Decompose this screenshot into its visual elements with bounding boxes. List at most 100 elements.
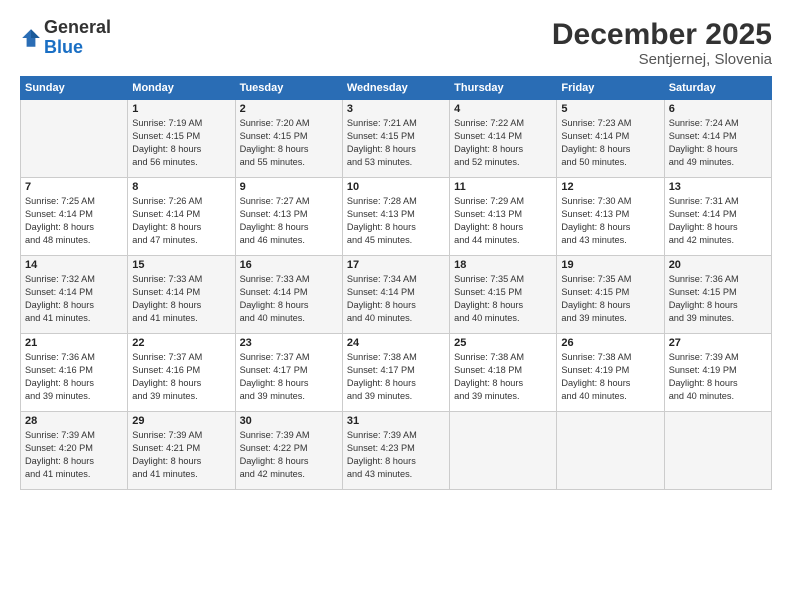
col-wednesday: Wednesday: [342, 77, 449, 100]
day-number: 26: [561, 337, 659, 349]
cell-w4-d4: 24Sunrise: 7:38 AMSunset: 4:17 PMDayligh…: [342, 334, 449, 412]
day-info: Sunrise: 7:37 AMSunset: 4:16 PMDaylight:…: [132, 351, 230, 403]
day-number: 1: [132, 103, 230, 115]
cell-w4-d3: 23 Sunrise: 7:37 AMSunset: 4:17 PMDayligh…: [235, 334, 342, 412]
week-row-1: 1 Sunrise: 7:19 AMSunset: 4:15 PMDaylight…: [21, 100, 772, 178]
calendar-title: December 2025: [552, 18, 772, 51]
cell-w1-d5: 4 Sunrise: 7:22 AMSunset: 4:14 PMDaylight…: [450, 100, 557, 178]
day-number: 9: [240, 181, 338, 193]
title-block: December 2025 Sentjernej, Slovenia: [552, 18, 772, 68]
cell-w4-d6: 26 Sunrise: 7:38 AMSunset: 4:19 PMDayligh…: [557, 334, 664, 412]
week-row-5: 28 Sunrise: 7:39 AMSunset: 4:20 PMDayligh…: [21, 412, 772, 490]
day-info: Sunrise: 7:39 AMSunset: 4:20 PMDaylight:…: [25, 429, 123, 481]
day-number: 15: [132, 259, 230, 271]
day-info: Sunrise: 7:35 AMSunset: 4:15 PMDaylight:…: [454, 273, 552, 325]
col-monday: Monday: [128, 77, 235, 100]
day-info: Sunrise: 7:24 AMSunset: 4:14 PMDaylight:…: [669, 117, 767, 169]
logo-blue: Blue: [44, 37, 83, 57]
cell-w4-d5: 25 Sunrise: 7:38 AMSunset: 4:18 PMDayligh…: [450, 334, 557, 412]
cell-w3-d1: 14Sunrise: 7:32 AMSunset: 4:14 PMDayligh…: [21, 256, 128, 334]
cell-w1-d4: 3 Sunrise: 7:21 AMSunset: 4:15 PMDaylight…: [342, 100, 449, 178]
day-number: 23: [240, 337, 338, 349]
day-number: 2: [240, 103, 338, 115]
cell-w1-d7: 6 Sunrise: 7:24 AMSunset: 4:14 PMDaylight…: [664, 100, 771, 178]
calendar-subtitle: Sentjernej, Slovenia: [552, 51, 772, 68]
cell-w5-d3: 30 Sunrise: 7:39 AMSunset: 4:22 PMDayligh…: [235, 412, 342, 490]
cell-w4-d7: 27 Sunrise: 7:39 AMSunset: 4:19 PMDayligh…: [664, 334, 771, 412]
day-number: 16: [240, 259, 338, 271]
cell-w3-d2: 15 Sunrise: 7:33 AMSunset: 4:14 PMDayligh…: [128, 256, 235, 334]
cell-w1-d1: [21, 100, 128, 178]
day-info: Sunrise: 7:28 AMSunset: 4:13 PMDaylight:…: [347, 195, 445, 247]
day-info: Sunrise: 7:38 AMSunset: 4:19 PMDaylight:…: [561, 351, 659, 403]
cell-w3-d6: 19 Sunrise: 7:35 AMSunset: 4:15 PMDayligh…: [557, 256, 664, 334]
col-thursday: Thursday: [450, 77, 557, 100]
day-number: 5: [561, 103, 659, 115]
cell-w5-d5: [450, 412, 557, 490]
week-row-4: 21 Sunrise: 7:36 AMSunset: 4:16 PMDayligh…: [21, 334, 772, 412]
day-info: Sunrise: 7:38 AMSunset: 4:18 PMDaylight:…: [454, 351, 552, 403]
cell-w5-d4: 31 Sunrise: 7:39 AMSunset: 4:23 PMDayligh…: [342, 412, 449, 490]
day-number: 28: [25, 415, 123, 427]
cell-w2-d7: 13Sunrise: 7:31 AMSunset: 4:14 PMDayligh…: [664, 178, 771, 256]
header-row: Sunday Monday Tuesday Wednesday Thursday…: [21, 77, 772, 100]
cell-w1-d2: 1 Sunrise: 7:19 AMSunset: 4:15 PMDaylight…: [128, 100, 235, 178]
day-info: Sunrise: 7:21 AMSunset: 4:15 PMDaylight:…: [347, 117, 445, 169]
cell-w5-d6: [557, 412, 664, 490]
day-info: Sunrise: 7:37 AMSunset: 4:17 PMDaylight:…: [240, 351, 338, 403]
day-info: Sunrise: 7:29 AMSunset: 4:13 PMDaylight:…: [454, 195, 552, 247]
day-number: 11: [454, 181, 552, 193]
logo: General Blue: [20, 18, 111, 58]
day-info: Sunrise: 7:27 AMSunset: 4:13 PMDaylight:…: [240, 195, 338, 247]
day-info: Sunrise: 7:33 AMSunset: 4:14 PMDaylight:…: [240, 273, 338, 325]
cell-w2-d2: 8Sunrise: 7:26 AMSunset: 4:14 PMDaylight…: [128, 178, 235, 256]
day-info: Sunrise: 7:25 AMSunset: 4:14 PMDaylight:…: [25, 195, 123, 247]
day-number: 21: [25, 337, 123, 349]
day-info: Sunrise: 7:39 AMSunset: 4:22 PMDaylight:…: [240, 429, 338, 481]
day-info: Sunrise: 7:33 AMSunset: 4:14 PMDaylight:…: [132, 273, 230, 325]
day-info: Sunrise: 7:36 AMSunset: 4:15 PMDaylight:…: [669, 273, 767, 325]
logo-icon: [20, 27, 42, 49]
day-number: 6: [669, 103, 767, 115]
day-number: 18: [454, 259, 552, 271]
calendar-table: Sunday Monday Tuesday Wednesday Thursday…: [20, 76, 772, 490]
day-info: Sunrise: 7:38 AMSunset: 4:17 PMDaylight:…: [347, 351, 445, 403]
day-number: 19: [561, 259, 659, 271]
day-info: Sunrise: 7:23 AMSunset: 4:14 PMDaylight:…: [561, 117, 659, 169]
day-info: Sunrise: 7:39 AMSunset: 4:19 PMDaylight:…: [669, 351, 767, 403]
day-info: Sunrise: 7:34 AMSunset: 4:14 PMDaylight:…: [347, 273, 445, 325]
cell-w3-d7: 20 Sunrise: 7:36 AMSunset: 4:15 PMDayligh…: [664, 256, 771, 334]
day-number: 27: [669, 337, 767, 349]
header: General Blue December 2025 Sentjernej, S…: [20, 18, 772, 68]
day-number: 22: [132, 337, 230, 349]
cell-w4-d2: 22 Sunrise: 7:37 AMSunset: 4:16 PMDayligh…: [128, 334, 235, 412]
day-info: Sunrise: 7:20 AMSunset: 4:15 PMDaylight:…: [240, 117, 338, 169]
day-info: Sunrise: 7:39 AMSunset: 4:21 PMDaylight:…: [132, 429, 230, 481]
week-row-3: 14Sunrise: 7:32 AMSunset: 4:14 PMDayligh…: [21, 256, 772, 334]
day-info: Sunrise: 7:36 AMSunset: 4:16 PMDaylight:…: [25, 351, 123, 403]
day-number: 3: [347, 103, 445, 115]
day-info: Sunrise: 7:35 AMSunset: 4:15 PMDaylight:…: [561, 273, 659, 325]
cell-w3-d3: 16 Sunrise: 7:33 AMSunset: 4:14 PMDayligh…: [235, 256, 342, 334]
col-sunday: Sunday: [21, 77, 128, 100]
page: General Blue December 2025 Sentjernej, S…: [0, 0, 792, 612]
day-info: Sunrise: 7:31 AMSunset: 4:14 PMDaylight:…: [669, 195, 767, 247]
col-friday: Friday: [557, 77, 664, 100]
day-number: 8: [132, 181, 230, 193]
day-number: 31: [347, 415, 445, 427]
cell-w1-d3: 2 Sunrise: 7:20 AMSunset: 4:15 PMDaylight…: [235, 100, 342, 178]
day-number: 20: [669, 259, 767, 271]
day-info: Sunrise: 7:22 AMSunset: 4:14 PMDaylight:…: [454, 117, 552, 169]
cell-w3-d5: 18 Sunrise: 7:35 AMSunset: 4:15 PMDayligh…: [450, 256, 557, 334]
cell-w3-d4: 17 Sunrise: 7:34 AMSunset: 4:14 PMDayligh…: [342, 256, 449, 334]
logo-text: General Blue: [44, 18, 111, 58]
day-number: 10: [347, 181, 445, 193]
day-number: 4: [454, 103, 552, 115]
col-saturday: Saturday: [664, 77, 771, 100]
logo-general: General: [44, 17, 111, 37]
day-info: Sunrise: 7:39 AMSunset: 4:23 PMDaylight:…: [347, 429, 445, 481]
day-number: 25: [454, 337, 552, 349]
day-number: 30: [240, 415, 338, 427]
day-info: Sunrise: 7:19 AMSunset: 4:15 PMDaylight:…: [132, 117, 230, 169]
day-number: 17: [347, 259, 445, 271]
